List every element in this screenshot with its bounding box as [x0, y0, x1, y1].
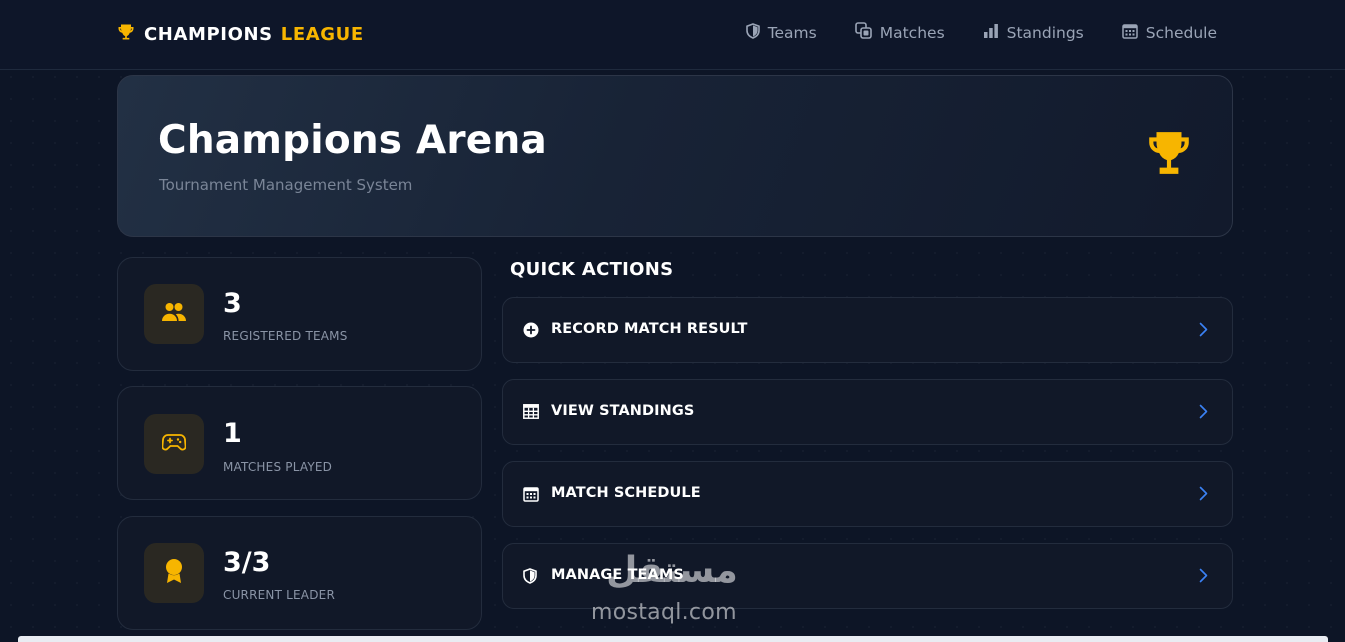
- nav-label: Teams: [767, 23, 817, 42]
- chevron-right-icon: [1199, 486, 1208, 505]
- stat-icon-box: [144, 543, 204, 603]
- nav-label: Schedule: [1145, 23, 1217, 42]
- quick-actions-title: QUICK ACTIONS: [510, 259, 674, 280]
- nav-label: Matches: [879, 23, 945, 42]
- nav-label: Standings: [1006, 23, 1084, 42]
- stat-card-matches: 1 MATCHES PLAYED: [117, 386, 482, 500]
- stat-label: REGISTERED TEAMS: [223, 329, 348, 343]
- table-icon: [523, 404, 539, 423]
- chevron-right-icon: [1199, 568, 1208, 587]
- stat-icon-box: [144, 414, 204, 474]
- trophy-icon: [116, 22, 136, 47]
- calendar-icon: [523, 486, 539, 506]
- nav-item-schedule[interactable]: Schedule: [1122, 22, 1217, 43]
- bottom-scroll-bar: [18, 636, 1328, 642]
- stat-icon-box: [144, 284, 204, 344]
- award-icon: [164, 558, 184, 588]
- match-schedule-button[interactable]: MATCH SCHEDULE: [502, 461, 1233, 527]
- brand-primary: CHAMPIONS: [144, 24, 273, 45]
- gamepad-icon: [161, 433, 187, 455]
- stat-card-teams: 3 REGISTERED TEAMS: [117, 257, 482, 371]
- action-label: VIEW STANDINGS: [551, 403, 695, 419]
- brand-logo[interactable]: CHAMPIONS LEAGUE: [116, 22, 364, 47]
- chevron-right-icon: [1199, 404, 1208, 423]
- bar-chart-icon: [983, 23, 999, 42]
- shield-icon: [523, 568, 537, 588]
- action-label: MATCH SCHEDULE: [551, 485, 701, 501]
- stat-card-leader: 3/3 CURRENT LEADER: [117, 516, 482, 630]
- hero-banner: Champions Arena Tournament Management Sy…: [117, 75, 1233, 237]
- nav-item-standings[interactable]: Standings: [983, 22, 1084, 43]
- chevron-right-icon: [1199, 322, 1208, 341]
- calendar-icon: [1122, 23, 1138, 43]
- manage-teams-button[interactable]: MANAGE TEAMS: [502, 543, 1233, 609]
- record-match-result-button[interactable]: RECORD MATCH RESULT: [502, 297, 1233, 363]
- action-label: MANAGE TEAMS: [551, 567, 684, 583]
- brand-accent: LEAGUE: [280, 24, 364, 45]
- matches-icon: [854, 22, 872, 43]
- main-nav: Teams Matches Standings Schedule: [745, 22, 1217, 43]
- stat-value: 3/3: [223, 547, 271, 578]
- users-icon: [161, 302, 187, 326]
- plus-circle-icon: [523, 322, 539, 342]
- trophy-icon: [1144, 128, 1194, 182]
- stat-label: MATCHES PLAYED: [223, 460, 333, 474]
- action-label: RECORD MATCH RESULT: [551, 321, 748, 337]
- nav-item-teams[interactable]: Teams: [745, 22, 817, 43]
- page-subtitle: Tournament Management System: [159, 176, 413, 194]
- stat-value: 3: [223, 288, 242, 319]
- stat-value: 1: [223, 418, 242, 449]
- top-navbar: CHAMPIONS LEAGUE Teams Matches Standings: [0, 0, 1345, 70]
- shield-icon: [745, 22, 760, 43]
- nav-item-matches[interactable]: Matches: [854, 22, 945, 43]
- stat-label: CURRENT LEADER: [223, 588, 335, 602]
- page-title: Champions Arena: [158, 118, 547, 163]
- view-standings-button[interactable]: VIEW STANDINGS: [502, 379, 1233, 445]
